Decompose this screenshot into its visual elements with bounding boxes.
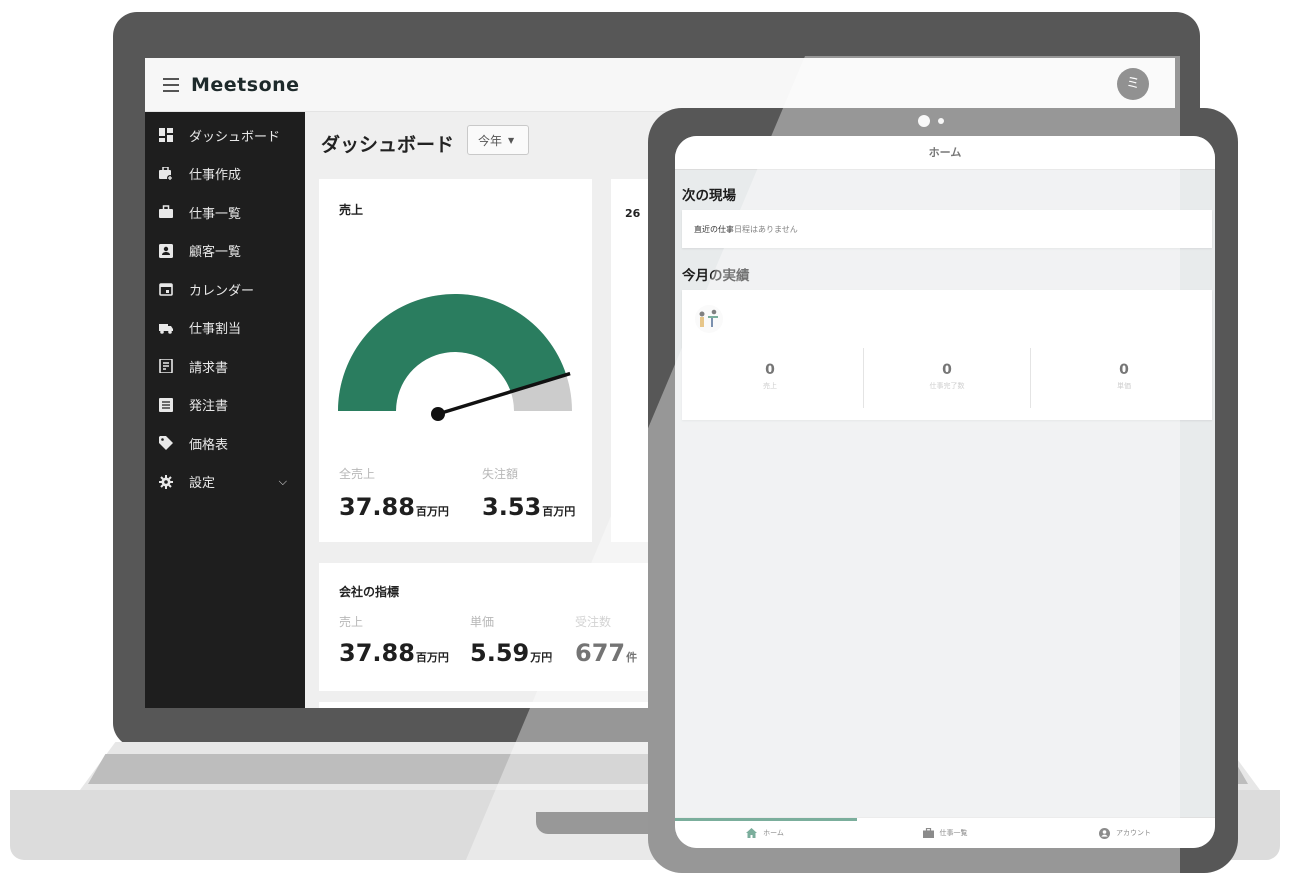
tablet-bottom-nav: ホーム 仕事一覧 アカウント xyxy=(675,817,1215,848)
chevron-down-icon[interactable]: ⌵ xyxy=(279,475,287,489)
kpi-value: 677件 xyxy=(575,639,638,667)
lost-sales-label: 失注額 xyxy=(482,467,519,481)
tablet-screen: ホーム 次の現場 直近の仕事日程はありません 今月の実績 0 売上 0 仕事完了… xyxy=(675,136,1215,848)
nav-account[interactable]: アカウント xyxy=(1035,818,1215,848)
kpi-value: 5.59万円 xyxy=(470,639,553,667)
nav-label: アカウント xyxy=(1116,829,1151,837)
sidebar: ダッシュボード 仕事作成 仕事一覧 顧客一覧 カレンダー 仕事割当 請求書 発注… xyxy=(145,112,305,708)
total-sales-value: 37.88百万円 xyxy=(339,493,449,521)
account-icon xyxy=(1099,827,1110,839)
lost-sales-value: 3.53百万円 xyxy=(482,493,576,521)
sidebar-item-label: 発注書 xyxy=(189,399,229,415)
period-select[interactable]: 今年 ▼ xyxy=(467,125,529,155)
sidebar-item-assign[interactable]: 仕事割当 xyxy=(145,309,305,348)
tablet-header-title: ホーム xyxy=(675,136,1215,170)
sidebar-item-label: 仕事作成 xyxy=(189,168,242,184)
sidebar-item-purchase-orders[interactable]: 発注書 xyxy=(145,386,305,425)
nav-label: ホーム xyxy=(763,829,784,837)
total-sales-label: 全売上 xyxy=(339,467,376,481)
nav-label: 仕事一覧 xyxy=(939,829,968,837)
brand-logo: Meetsone xyxy=(191,73,300,96)
sidebar-item-label: 設定 xyxy=(189,476,216,492)
monthly-results-title: 今月の実績 xyxy=(682,268,750,284)
kpi-label: 単価 xyxy=(470,615,495,629)
sidebar-item-create-job[interactable]: 仕事作成 xyxy=(145,155,305,194)
sidebar-item-jobs[interactable]: 仕事一覧 xyxy=(145,193,305,232)
caret-down-icon: ▼ xyxy=(508,135,515,145)
dashboard-icon xyxy=(159,128,173,143)
kpi-card-title: 会社の指標 xyxy=(339,585,400,599)
nav-jobs[interactable]: 仕事一覧 xyxy=(855,818,1035,848)
sidebar-item-customers[interactable]: 顧客一覧 xyxy=(145,232,305,271)
sidebar-item-settings[interactable]: 設定 ⌵ xyxy=(145,463,305,502)
sidebar-item-label: 顧客一覧 xyxy=(189,245,242,261)
sidebar-item-calendar[interactable]: カレンダー xyxy=(145,270,305,309)
tag-icon xyxy=(159,436,173,451)
receipt-icon xyxy=(159,358,173,375)
contact-card-icon xyxy=(159,243,173,258)
next-site-title: 次の現場 xyxy=(682,188,736,204)
briefcase-icon xyxy=(922,828,934,838)
app-bar: Meetsone ミ xyxy=(145,58,1175,112)
gear-icon xyxy=(159,474,173,489)
monthly-metric-unit-price: 0 単価 xyxy=(1117,362,1131,390)
sidebar-item-label: 価格表 xyxy=(189,437,229,453)
monthly-metric-completed: 0 仕事完了数 xyxy=(929,362,965,390)
calendar-icon xyxy=(159,282,173,297)
next-site-card[interactable]: 直近の仕事日程はありません xyxy=(682,210,1212,248)
metric-divider xyxy=(1030,348,1031,408)
tablet-camera xyxy=(918,115,930,127)
sidebar-item-label: 請求書 xyxy=(189,360,229,376)
sidebar-item-dashboard[interactable]: ダッシュボード xyxy=(145,116,305,155)
home-icon xyxy=(746,828,758,838)
briefcase-plus-icon xyxy=(159,166,173,181)
sidebar-item-label: カレンダー xyxy=(189,283,255,299)
sidebar-item-invoices[interactable]: 請求書 xyxy=(145,347,305,386)
briefcase-icon xyxy=(159,205,173,219)
list-document-icon xyxy=(159,397,173,412)
sidebar-item-label: ダッシュボード xyxy=(189,129,281,145)
next-site-empty-text: 直近の仕事日程はありません xyxy=(694,225,798,234)
sales-card-title: 売上 xyxy=(339,203,364,217)
nav-home[interactable]: ホーム xyxy=(675,818,855,848)
sidebar-item-label: 仕事一覧 xyxy=(189,206,242,222)
truck-icon xyxy=(159,321,173,335)
sales-card: 売上 全売上 37.88百万円 失注額 3.53百万円 xyxy=(319,179,592,542)
monthly-results-card: 0 売上 0 仕事完了数 0 単価 xyxy=(682,290,1212,420)
monthly-metric-sales: 0 売上 xyxy=(763,362,777,390)
gauge-hub xyxy=(431,407,445,421)
tablet-sensor xyxy=(938,118,944,124)
sidebar-item-label: 仕事割当 xyxy=(189,322,242,338)
sidebar-item-price-list[interactable]: 価格表 xyxy=(145,424,305,463)
sales-gauge xyxy=(338,294,572,421)
partial-card-text: 26 xyxy=(625,207,641,220)
period-select-value: 今年 xyxy=(478,133,503,148)
worker-illustration-icon xyxy=(694,304,724,334)
menu-icon[interactable] xyxy=(163,77,179,92)
page-title: ダッシュボード xyxy=(321,134,455,156)
kpi-label: 受注数 xyxy=(575,615,612,629)
avatar[interactable]: ミ xyxy=(1117,68,1149,100)
nav-active-indicator xyxy=(675,818,857,821)
kpi-label: 売上 xyxy=(339,615,364,629)
kpi-value: 37.88百万円 xyxy=(339,639,449,667)
